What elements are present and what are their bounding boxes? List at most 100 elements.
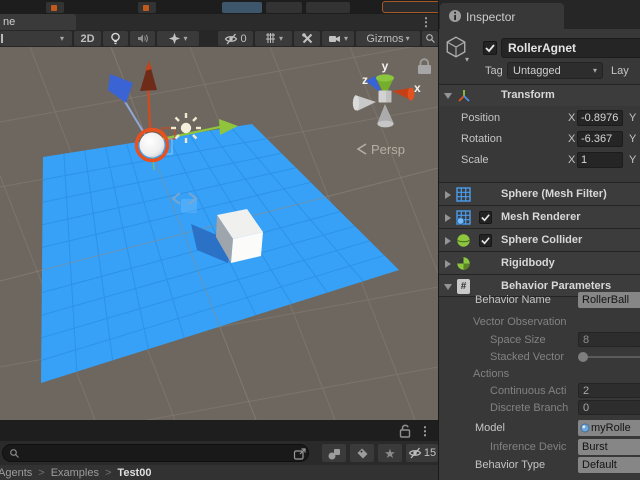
toolbar-button[interactable] (266, 2, 302, 13)
grid-icon (265, 33, 275, 43)
gizmos-dropdown[interactable]: Gizmos ▾ (356, 31, 420, 46)
component-mesh-renderer[interactable]: Mesh Renderer (439, 205, 640, 228)
tab-scene-label: ne (3, 16, 16, 28)
filter-by-label-button[interactable] (350, 444, 374, 462)
chevron-down-icon: ▾ (405, 33, 410, 43)
project-menu-icon[interactable]: ⋮ (419, 424, 431, 438)
unlock-icon[interactable] (398, 424, 412, 438)
audio-toggle-button[interactable] (130, 31, 155, 46)
2d-label: 2D (80, 32, 95, 45)
inference-device-label: Inference Devic (490, 441, 567, 453)
directional-light-icon[interactable] (171, 113, 201, 143)
toolbar-button[interactable] (306, 2, 350, 13)
scale-x-field[interactable]: 1 (577, 152, 623, 168)
scene-menu-icon[interactable]: ⋮ (420, 15, 432, 29)
hidden-count: 15 (423, 447, 437, 459)
model-field[interactable]: myRolle (578, 420, 640, 436)
roller-agent-sphere[interactable] (134, 127, 170, 163)
breadcrumb-item[interactable]: Examples (51, 467, 99, 479)
inference-device-dropdown[interactable]: Burst (578, 439, 640, 455)
chevron-down-icon: ▾ (592, 65, 597, 75)
stacked-vectors-slider[interactable] (578, 349, 640, 364)
grid-dropdown[interactable]: ▾ (255, 31, 292, 46)
rotation-x-field[interactable]: -6.367 (577, 131, 623, 147)
rigidbody-icon (457, 257, 470, 270)
behavior-name-field[interactable]: RollerBall (578, 292, 640, 308)
foldout-arrow-icon[interactable] (445, 260, 451, 268)
check-icon (481, 237, 490, 245)
axis-y-label: Y (629, 133, 637, 145)
project-breadcrumb-bar: Agents > Examples > Test00 (0, 465, 438, 480)
component-mesh-filter[interactable]: Sphere (Mesh Filter) (439, 182, 640, 205)
tag-value: Untagged (513, 64, 561, 77)
component-sphere-collider[interactable]: Sphere Collider (439, 228, 640, 251)
breadcrumb-item-current[interactable]: Test00 (117, 467, 151, 479)
filter-by-type-button[interactable] (322, 444, 346, 462)
project-visibility-button[interactable]: 15 (406, 444, 438, 462)
mesh-filter-icon (456, 187, 471, 202)
behavior-type-dropdown[interactable]: Default (578, 457, 640, 473)
lighting-toggle-button[interactable] (103, 31, 128, 46)
eye-slash-icon (225, 33, 238, 44)
scene-visibility-button[interactable]: 0 (218, 31, 253, 46)
scene-viewport[interactable]: y z x Persp (0, 41, 496, 448)
component-checkbox[interactable] (479, 211, 492, 224)
tag-dropdown[interactable]: Untagged ▾ (507, 62, 603, 79)
search-icon (425, 34, 435, 43)
model-label: Model (475, 422, 505, 434)
project-search-input[interactable] (2, 444, 309, 462)
effects-star-icon (169, 32, 181, 45)
foldout-arrow-icon[interactable] (444, 93, 452, 99)
effects-dropdown[interactable]: ▾ (157, 31, 199, 46)
scene-search-button[interactable] (422, 31, 438, 46)
chevron-down-icon[interactable]: ▾ (465, 56, 469, 64)
tab-inspector[interactable]: Inspector (440, 3, 564, 29)
scale-label: Scale (461, 154, 489, 166)
space-size-label: Space Size (490, 333, 546, 346)
space-size-field[interactable]: 8 (578, 332, 640, 347)
component-checkbox[interactable] (479, 234, 492, 247)
breadcrumb-item[interactable]: Agents (0, 467, 32, 479)
slider-track (584, 356, 640, 358)
breadcrumb-separator: > (104, 466, 112, 479)
transform-header[interactable]: Transform (439, 84, 640, 106)
axis-label-x: x (414, 81, 421, 95)
foldout-arrow-icon[interactable] (445, 191, 451, 199)
toolbar-button-active[interactable] (382, 1, 442, 13)
open-search-window-icon[interactable] (293, 447, 307, 461)
foldout-arrow-icon[interactable] (445, 237, 451, 245)
project-panel-bar: ⋮ (0, 420, 438, 441)
behavior-name-label: Behavior Name (475, 294, 551, 306)
chevron-down-icon: ▾ (278, 33, 283, 43)
gizmos-label: Gizmos (366, 32, 404, 45)
unity-editor-window: ne ⋮ ▾ 2D ▾ 0 ▾ ▾ Gizmos ▾ y z x Persp ⋮… (0, 0, 640, 480)
info-icon (449, 10, 461, 22)
discrete-branches-label: Discrete Branch (490, 401, 569, 414)
object-name-field[interactable]: RollerAgnet (501, 38, 640, 58)
active-checkbox[interactable] (483, 41, 497, 55)
transform-icon (458, 90, 470, 102)
toolbar-button[interactable] (138, 2, 156, 13)
stacked-vectors-label: Stacked Vector (490, 350, 564, 363)
2d-toggle-button[interactable]: 2D (74, 31, 101, 46)
continuous-actions-field[interactable]: 2 (578, 383, 640, 398)
favorites-button[interactable]: ★ (378, 444, 402, 462)
toolbar-button[interactable] (222, 2, 262, 13)
slider-handle[interactable] (578, 352, 588, 362)
transform-title: Transform (501, 89, 555, 101)
camera-dropdown[interactable]: ▾ (322, 31, 354, 46)
tab-scene[interactable]: ne (0, 14, 76, 30)
discrete-branches-field[interactable]: 0 (578, 400, 640, 415)
foldout-arrow-icon[interactable] (444, 284, 452, 290)
toolbar-button[interactable] (46, 2, 64, 13)
tab-inspector-label: Inspector (466, 10, 516, 24)
hidden-count: 0 (240, 32, 247, 45)
vector-observation-label: Vector Observation (473, 316, 567, 328)
position-x-field[interactable]: -0.8976 (577, 110, 623, 126)
project-toolbar: ★ 15 (0, 441, 438, 465)
sphere-collider-icon (457, 234, 470, 247)
draw-mode-dropdown[interactable]: ▾ (0, 31, 72, 46)
component-rigidbody[interactable]: Rigidbody (439, 251, 640, 274)
component-tools-button[interactable] (294, 31, 320, 46)
foldout-arrow-icon[interactable] (445, 214, 451, 222)
